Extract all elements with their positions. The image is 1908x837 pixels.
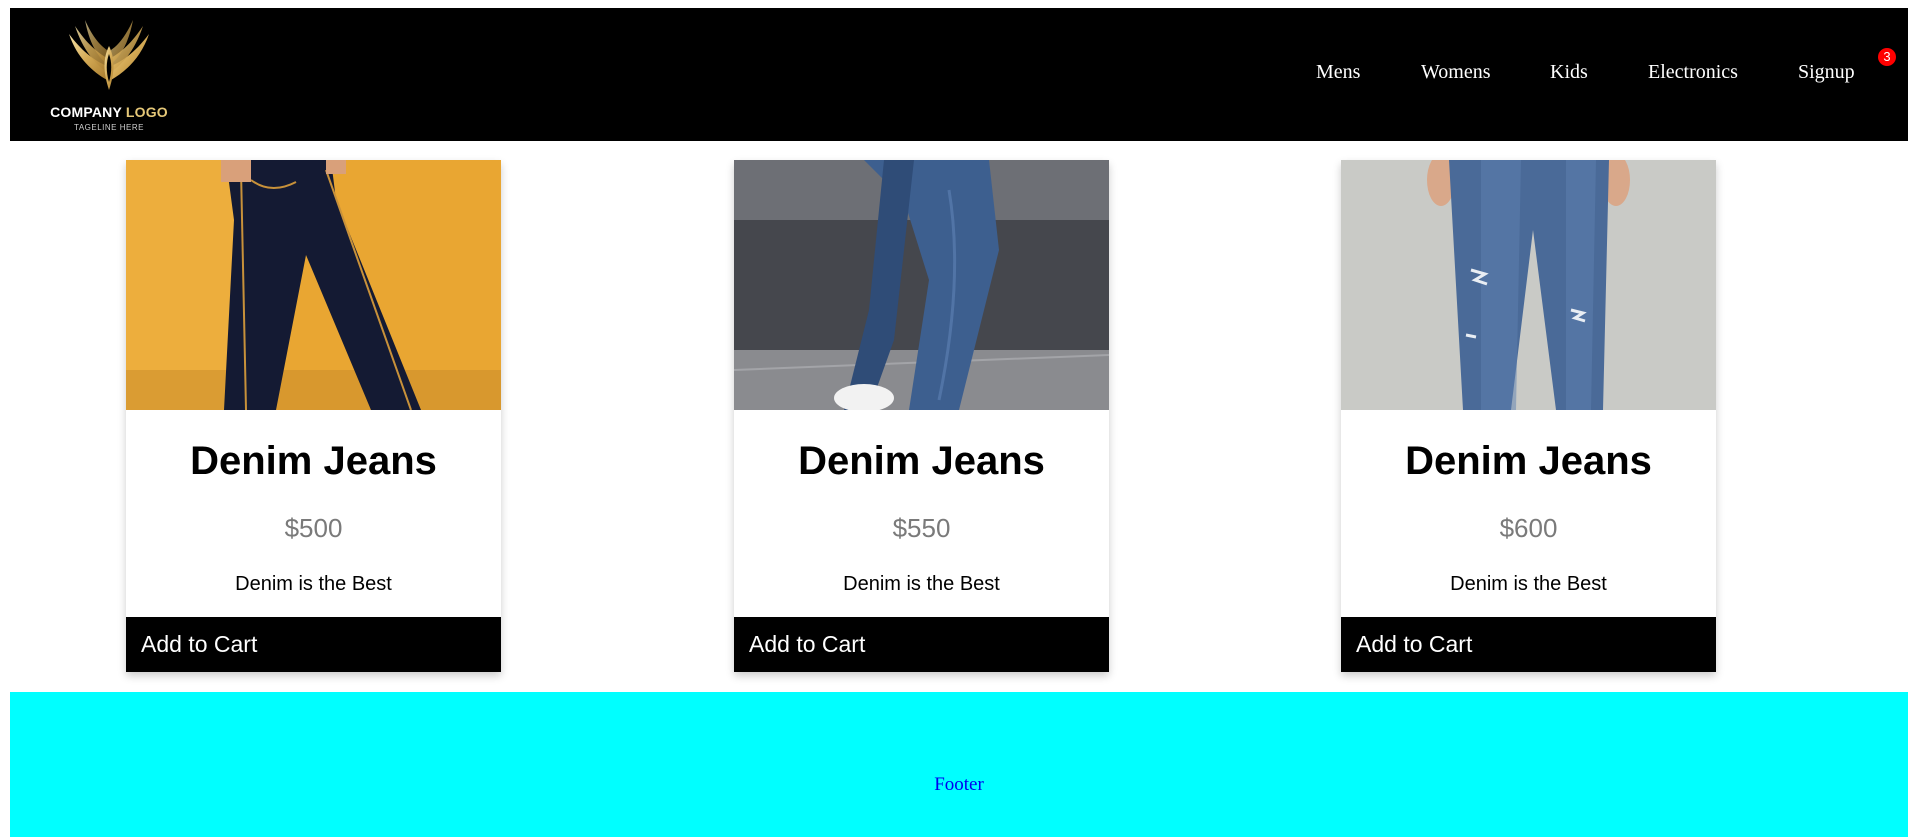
footer-text: Footer [934,774,984,795]
nav-link-womens[interactable]: Womens [1421,61,1491,84]
product-card: Denim Jeans $500 Denim is the Best Add t… [126,160,501,672]
nav-link-mens[interactable]: Mens [1316,61,1360,84]
logo-title-accent: LOGO [125,104,168,120]
site-footer: Footer [10,692,1908,837]
logo-title-main: COMPANY [50,104,126,120]
add-to-cart-button[interactable]: Add to Cart [1341,617,1716,672]
site-header: COMPANY LOGO TAGELINE HERE Mens Womens K… [10,8,1908,141]
product-image [1341,160,1716,410]
product-title: Denim Jeans [798,439,1045,483]
add-to-cart-button[interactable]: Add to Cart [734,617,1109,672]
product-price: $600 [1499,513,1558,543]
cart-count-badge: 3 [1878,48,1896,66]
winged-emblem-icon [69,20,149,90]
product-price: $500 [284,513,343,543]
product-title: Denim Jeans [190,439,437,483]
product-description: Denim is the Best [843,573,1000,595]
product-description: Denim is the Best [1450,573,1607,595]
nav-link-electronics[interactable]: Electronics [1648,61,1738,84]
logo-title: COMPANY LOGO [36,104,182,120]
product-card: Denim Jeans $550 Denim is the Best Add t… [734,160,1109,672]
nav-link-kids[interactable]: Kids [1550,61,1588,84]
nav-link-signup[interactable]: Signup [1798,61,1855,84]
product-image [126,160,501,410]
product-price: $550 [892,513,951,543]
product-title: Denim Jeans [1405,439,1652,483]
company-logo[interactable]: COMPANY LOGO TAGELINE HERE [36,10,182,138]
product-card: Denim Jeans $600 Denim is the Best Add t… [1341,160,1716,672]
add-to-cart-button[interactable]: Add to Cart [126,617,501,672]
logo-tagline: TAGELINE HERE [74,123,144,132]
product-image [734,160,1109,410]
product-description: Denim is the Best [235,573,392,595]
